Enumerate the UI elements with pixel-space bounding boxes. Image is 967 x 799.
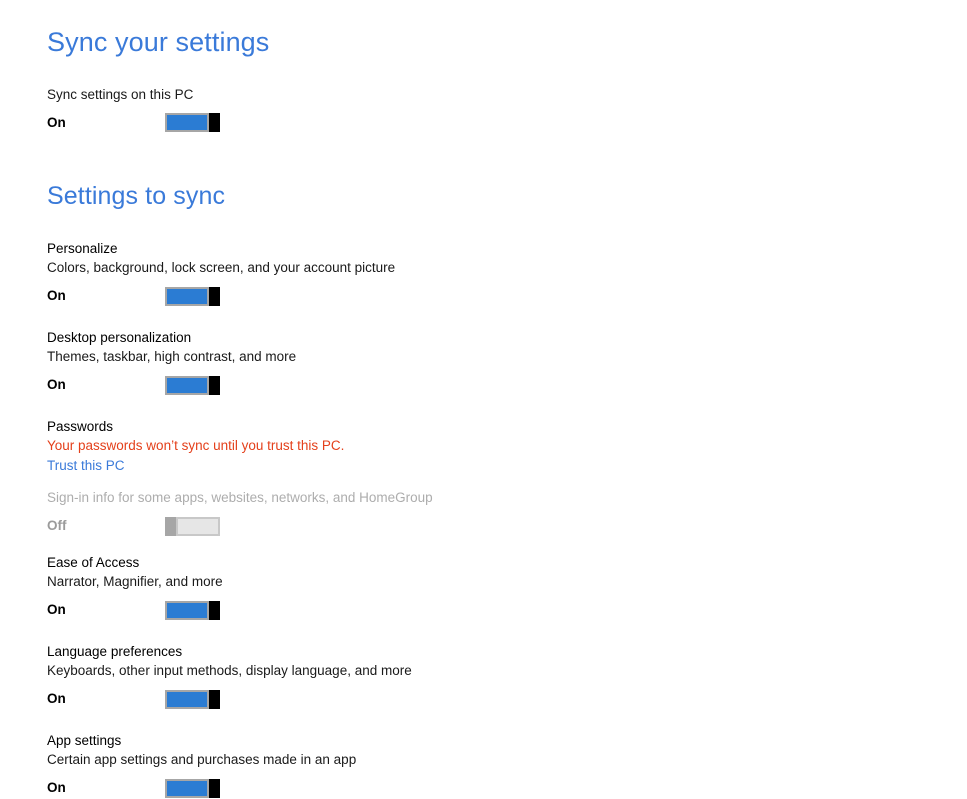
- passwords-warning-message: Your passwords won’t sync until you trus…: [47, 438, 345, 454]
- toggle-track: [165, 286, 209, 306]
- sync-settings-page: Sync your settings Sync settings on this…: [0, 0, 967, 799]
- setting-title-language-preferences: Language preferences: [47, 644, 183, 660]
- toggle-thumb: [209, 286, 220, 306]
- setting-item-personalize: Personalize Colors, background, lock scr…: [47, 239, 967, 307]
- setting-item-app-settings: App settings Certain app settings and pu…: [47, 731, 967, 799]
- toggle-row-desktop-personalization: On: [47, 374, 967, 396]
- toggle-track: [176, 516, 220, 536]
- settings-to-sync-title: Settings to sync: [47, 181, 226, 210]
- setting-description-personalize: Colors, background, lock screen, and you…: [47, 260, 396, 276]
- setting-description-signin-info: Sign-in info for some apps, websites, ne…: [47, 490, 433, 506]
- setting-description-desktop-personalization: Themes, taskbar, high contrast, and more: [47, 349, 297, 365]
- toggle-language-preferences[interactable]: [165, 689, 220, 709]
- setting-item-desktop-personalization: Desktop personalization Themes, taskbar,…: [47, 328, 967, 396]
- toggle-thumb: [209, 600, 220, 620]
- settings-to-sync-list: Personalize Colors, background, lock scr…: [47, 239, 967, 799]
- toggle-row-language-preferences: On: [47, 688, 967, 710]
- toggle-state-desktop-personalization: On: [47, 377, 66, 393]
- toggle-track: [165, 689, 209, 709]
- toggle-personalize[interactable]: [165, 286, 220, 306]
- setting-title-personalize: Personalize: [47, 241, 118, 257]
- setting-title-passwords: Passwords: [47, 419, 114, 435]
- toggle-track: [165, 778, 209, 798]
- sync-settings-on-this-pc-toggle-state: On: [47, 114, 66, 130]
- setting-title-app-settings: App settings: [47, 733, 122, 749]
- setting-title-ease-of-access: Ease of Access: [47, 555, 140, 571]
- sync-settings-on-this-pc-toggle-row: On: [47, 112, 967, 134]
- setting-title-desktop-personalization: Desktop personalization: [47, 330, 192, 346]
- toggle-row-signin-info: Off: [47, 515, 967, 537]
- toggle-app-settings[interactable]: [165, 778, 220, 798]
- setting-item-ease-of-access: Ease of Access Narrator, Magnifier, and …: [47, 553, 967, 621]
- setting-description-ease-of-access: Narrator, Magnifier, and more: [47, 574, 223, 590]
- toggle-state-app-settings: On: [47, 780, 66, 796]
- toggle-track: [165, 113, 209, 133]
- toggle-track: [165, 600, 209, 620]
- setting-item-language-preferences: Language preferences Keyboards, other in…: [47, 642, 967, 710]
- toggle-track: [165, 375, 209, 395]
- toggle-state-ease-of-access: On: [47, 602, 66, 618]
- setting-item-passwords: Passwords Your passwords won’t sync unti…: [47, 417, 967, 476]
- toggle-signin-info: [165, 516, 220, 536]
- sync-settings-on-this-pc-label: Sync settings on this PC: [47, 86, 194, 102]
- toggle-desktop-personalization[interactable]: [165, 375, 220, 395]
- toggle-ease-of-access[interactable]: [165, 600, 220, 620]
- setting-item-signin-info: Sign-in info for some apps, websites, ne…: [47, 488, 967, 537]
- toggle-thumb: [209, 689, 220, 709]
- toggle-state-language-preferences: On: [47, 691, 66, 707]
- sync-settings-on-this-pc-toggle[interactable]: [165, 113, 220, 133]
- page-title: Sync your settings: [47, 27, 270, 57]
- sync-settings-on-this-pc-block: Sync settings on this PC On: [47, 85, 967, 134]
- toggle-thumb: [209, 778, 220, 798]
- toggle-thumb: [209, 375, 220, 395]
- setting-description-language-preferences: Keyboards, other input methods, display …: [47, 663, 412, 679]
- setting-description-app-settings: Certain app settings and purchases made …: [47, 752, 357, 768]
- toggle-row-ease-of-access: On: [47, 599, 967, 621]
- settings-to-sync-heading-wrap: Settings to sync: [47, 181, 967, 211]
- trust-this-pc-link[interactable]: Trust this PC: [47, 456, 125, 476]
- toggle-thumb: [209, 113, 220, 133]
- toggle-thumb: [165, 516, 176, 536]
- toggle-state-signin-info: Off: [47, 518, 67, 534]
- toggle-state-personalize: On: [47, 288, 66, 304]
- toggle-row-app-settings: On: [47, 777, 967, 799]
- toggle-row-personalize: On: [47, 285, 967, 307]
